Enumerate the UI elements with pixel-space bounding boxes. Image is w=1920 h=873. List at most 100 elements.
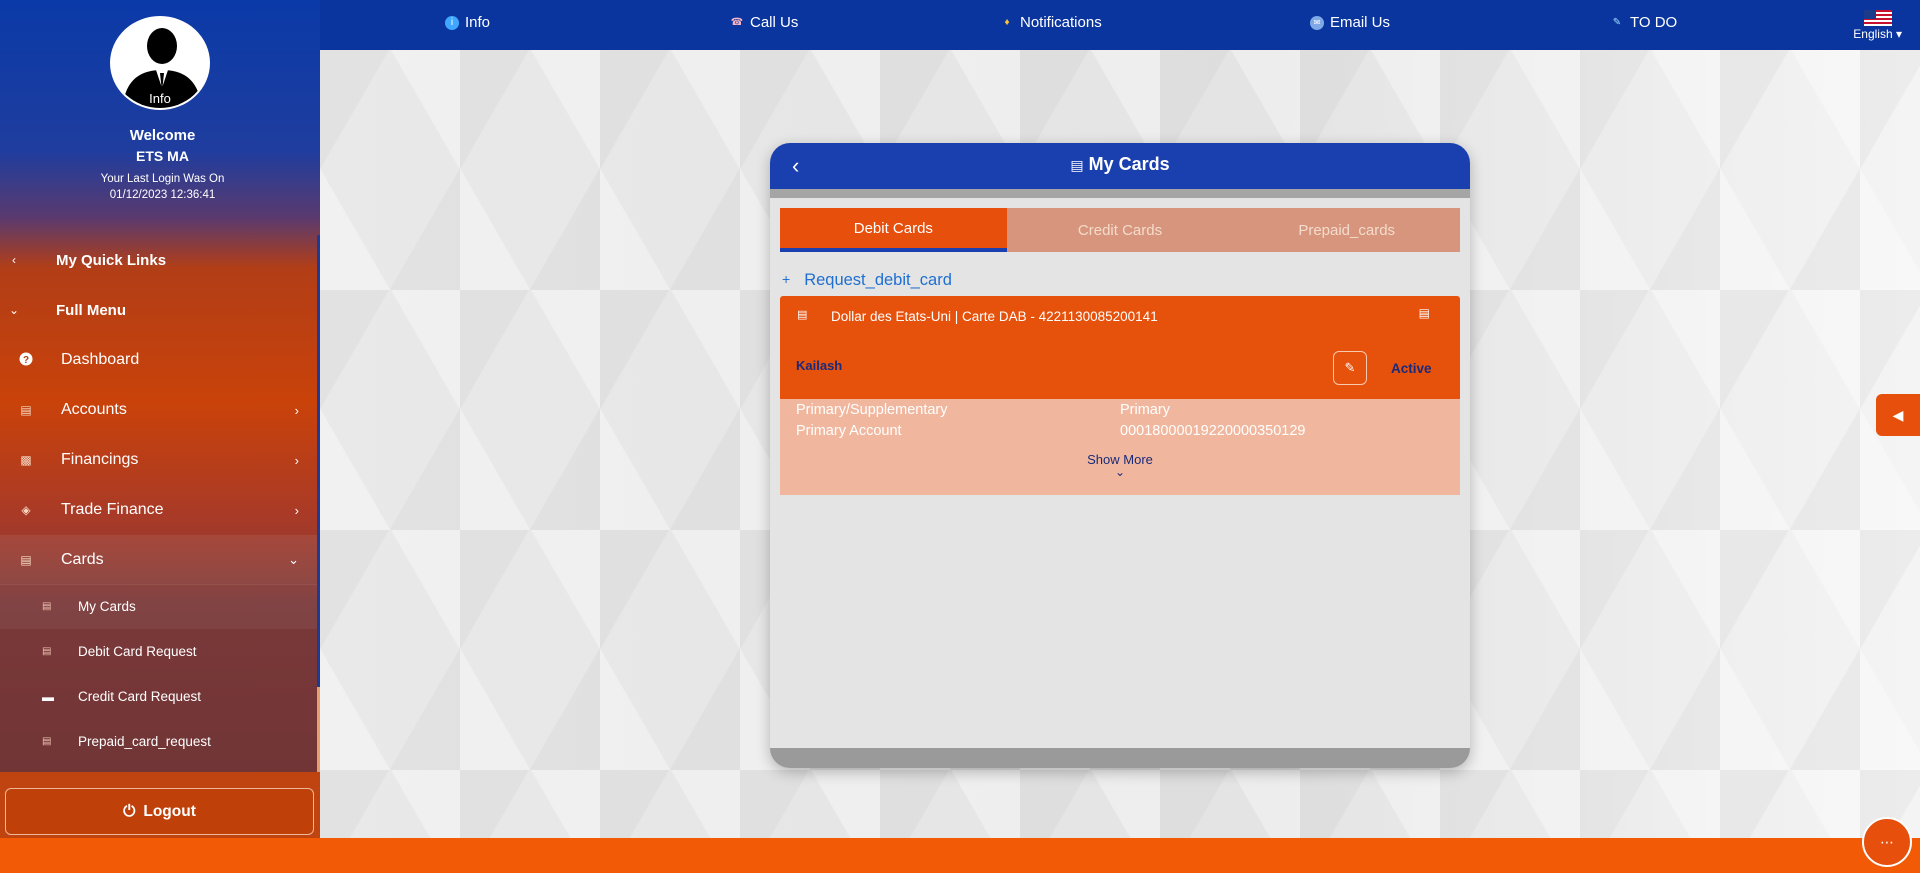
sidebar-item-financings[interactable]: ▩ Financings › — [0, 435, 317, 485]
card-icon: ▤ — [20, 553, 32, 567]
trade-icon: ◈ — [21, 503, 31, 517]
card-icon: ▤ — [42, 646, 52, 657]
card-icon: ▤ — [797, 309, 808, 321]
svg-text:?: ? — [23, 355, 29, 366]
sidebar-item-label: Dashboard — [61, 351, 140, 368]
card-holder: Kailash — [796, 358, 843, 373]
sidebar: Info Welcome ETS MA Your Last Login Was … — [0, 0, 320, 838]
accounts-icon: ▤ — [20, 403, 32, 417]
card-name: Dollar des Etats-Uni | Carte DAB - 42211… — [831, 309, 1158, 324]
chevron-right-icon: › — [294, 502, 299, 518]
edit-card-button[interactable]: ✎ — [1333, 351, 1367, 385]
last-login-value: 01/12/2023 12:36:41 — [109, 189, 216, 201]
us-flag-icon — [1863, 10, 1892, 26]
my-cards-panel: ‹ ▤ My Cards Debit Cards Credit Cards Pr… — [770, 143, 1470, 768]
sidebar-subitem-label: Credit Card Request — [78, 689, 202, 704]
tab-prepaid-cards[interactable]: Prepaid_cards — [1233, 208, 1460, 252]
last-login-label: Your Last Login Was On — [100, 173, 225, 185]
topnav-call-us[interactable]: ☎ Call Us — [730, 14, 799, 31]
request-debit-card-label: Request_debit_card — [804, 271, 952, 289]
topnav-todo-label: TO DO — [1630, 14, 1678, 31]
topnav-notifications-label: Notifications — [1020, 14, 1102, 31]
sidebar-item-accounts[interactable]: ▤ Accounts › — [0, 385, 317, 435]
sidebar-subitem-label: Debit Card Request — [78, 644, 197, 659]
chevron-right-icon: › — [294, 402, 299, 418]
logout-label: Logout — [143, 802, 196, 820]
sidebar-subitem-label: Prepaid_card_request — [78, 734, 211, 749]
card-details: Primary/Supplementary Primary Primary Ac… — [780, 399, 1460, 495]
avatar-label: Info — [149, 91, 171, 106]
topnav-notifications[interactable]: ♦ Notifications — [1000, 14, 1102, 31]
tab-debit-cards[interactable]: Debit Cards — [780, 208, 1007, 252]
menu-full-menu[interactable]: ⌄ Full Menu — [0, 285, 317, 335]
sidebar-item-label: Trade Finance — [61, 501, 164, 518]
panel-footer — [770, 748, 1470, 768]
side-drawer-toggle[interactable]: ◀ — [1876, 394, 1920, 436]
menu-full-menu-label: Full Menu — [56, 301, 126, 319]
tab-credit-cards[interactable]: Credit Cards — [1007, 208, 1234, 252]
panel-header: ‹ ▤ My Cards — [770, 143, 1470, 189]
chart-icon: ▩ — [20, 453, 32, 467]
bottom-bar — [0, 838, 1920, 873]
sidebar-subitem-credit-card-request[interactable]: ▬ Credit Card Request — [0, 674, 317, 719]
caret-down-icon: ▾ — [1895, 27, 1902, 41]
sidebar-item-dashboard[interactable]: ? Dashboard — [0, 335, 317, 385]
pencil-icon: ✎ — [1344, 360, 1356, 375]
chat-button[interactable]: ⋯ — [1862, 817, 1912, 867]
detail-label: Primary/Supplementary — [796, 402, 948, 418]
sidebar-item-cards[interactable]: ▤ Cards ⌄ — [0, 535, 317, 585]
panel-title: ▤ My Cards — [770, 154, 1470, 175]
panel-title-text: My Cards — [1088, 154, 1170, 174]
sidebar-subitem-my-cards[interactable]: ▤ My Cards — [0, 584, 317, 629]
topnav-todo[interactable]: ✎ TO DO — [1610, 14, 1677, 31]
chevron-right-icon: › — [294, 452, 299, 468]
language-selector[interactable]: English ▾ — [1853, 10, 1902, 41]
help-circle-icon: ? — [18, 352, 34, 369]
detail-value: Primary — [1120, 402, 1170, 418]
chevron-down-icon: ⌄ — [1114, 465, 1126, 479]
cards-icon: ▤ — [1070, 157, 1084, 173]
logout-button[interactable]: ⏻ Logout — [5, 788, 314, 835]
top-bar: i Info ☎ Call Us ♦ Notifications ✉ Email… — [320, 0, 1920, 50]
sidebar-item-label: Financings — [61, 451, 139, 468]
chevron-down-icon: ⌄ — [288, 552, 299, 567]
card-menu-icon[interactable]: ▤ — [1419, 306, 1430, 320]
sidebar-item-label: Accounts — [61, 401, 127, 418]
caret-left-icon: ◀ — [1892, 406, 1904, 423]
chat-icon: ⋯ — [1880, 833, 1894, 850]
topnav-call-us-label: Call Us — [750, 14, 799, 31]
credit-card-icon: ▬ — [42, 689, 54, 704]
email-icon: ✉ — [1310, 15, 1324, 30]
plus-icon: + — [782, 271, 791, 287]
card-icon: ▤ — [42, 601, 52, 612]
sidebar-subitem-prepaid-card-request[interactable]: ▤ Prepaid_card_request — [0, 719, 317, 764]
todo-icon: ✎ — [1612, 17, 1622, 28]
phone-agent-icon: ☎ — [730, 17, 744, 28]
sidebar-item-trade-finance[interactable]: ◈ Trade Finance › — [0, 485, 317, 535]
topnav-info[interactable]: i Info — [445, 14, 490, 31]
panel-strip — [770, 189, 1470, 198]
bell-icon: ♦ — [1004, 17, 1010, 28]
chevron-down-icon: ⌄ — [8, 303, 20, 317]
avatar[interactable]: Info — [110, 16, 210, 110]
detail-value: 00018000019220000350129 — [1120, 423, 1306, 439]
info-icon: i — [445, 15, 459, 30]
sidebar-item-label: Cards — [61, 551, 104, 568]
show-more-button[interactable]: Show More ⌄ — [780, 452, 1460, 479]
welcome-text: Welcome — [129, 127, 196, 144]
chevron-left-icon: ‹ — [12, 253, 16, 267]
language-label: English — [1853, 27, 1893, 41]
username: ETS MA — [136, 148, 189, 164]
sidebar-subitem-debit-card-request[interactable]: ▤ Debit Card Request — [0, 629, 317, 674]
menu-quick-links[interactable]: ‹ My Quick Links — [0, 235, 317, 285]
card-status: Active — [1391, 361, 1432, 376]
request-debit-card-link[interactable]: + Request_debit_card — [782, 271, 952, 290]
card-tabs: Debit Cards Credit Cards Prepaid_cards — [780, 208, 1460, 252]
card-item[interactable]: ▤ Dollar des Etats-Uni | Carte DAB - 422… — [780, 296, 1460, 399]
menu-quick-links-label: My Quick Links — [56, 251, 167, 269]
detail-label: Primary Account — [796, 423, 902, 439]
logout-area: ⏻ Logout — [0, 772, 320, 838]
card-icon: ▤ — [42, 736, 52, 747]
topnav-email-us-label: Email Us — [1330, 14, 1391, 31]
topnav-email-us[interactable]: ✉ Email Us — [1310, 14, 1390, 31]
